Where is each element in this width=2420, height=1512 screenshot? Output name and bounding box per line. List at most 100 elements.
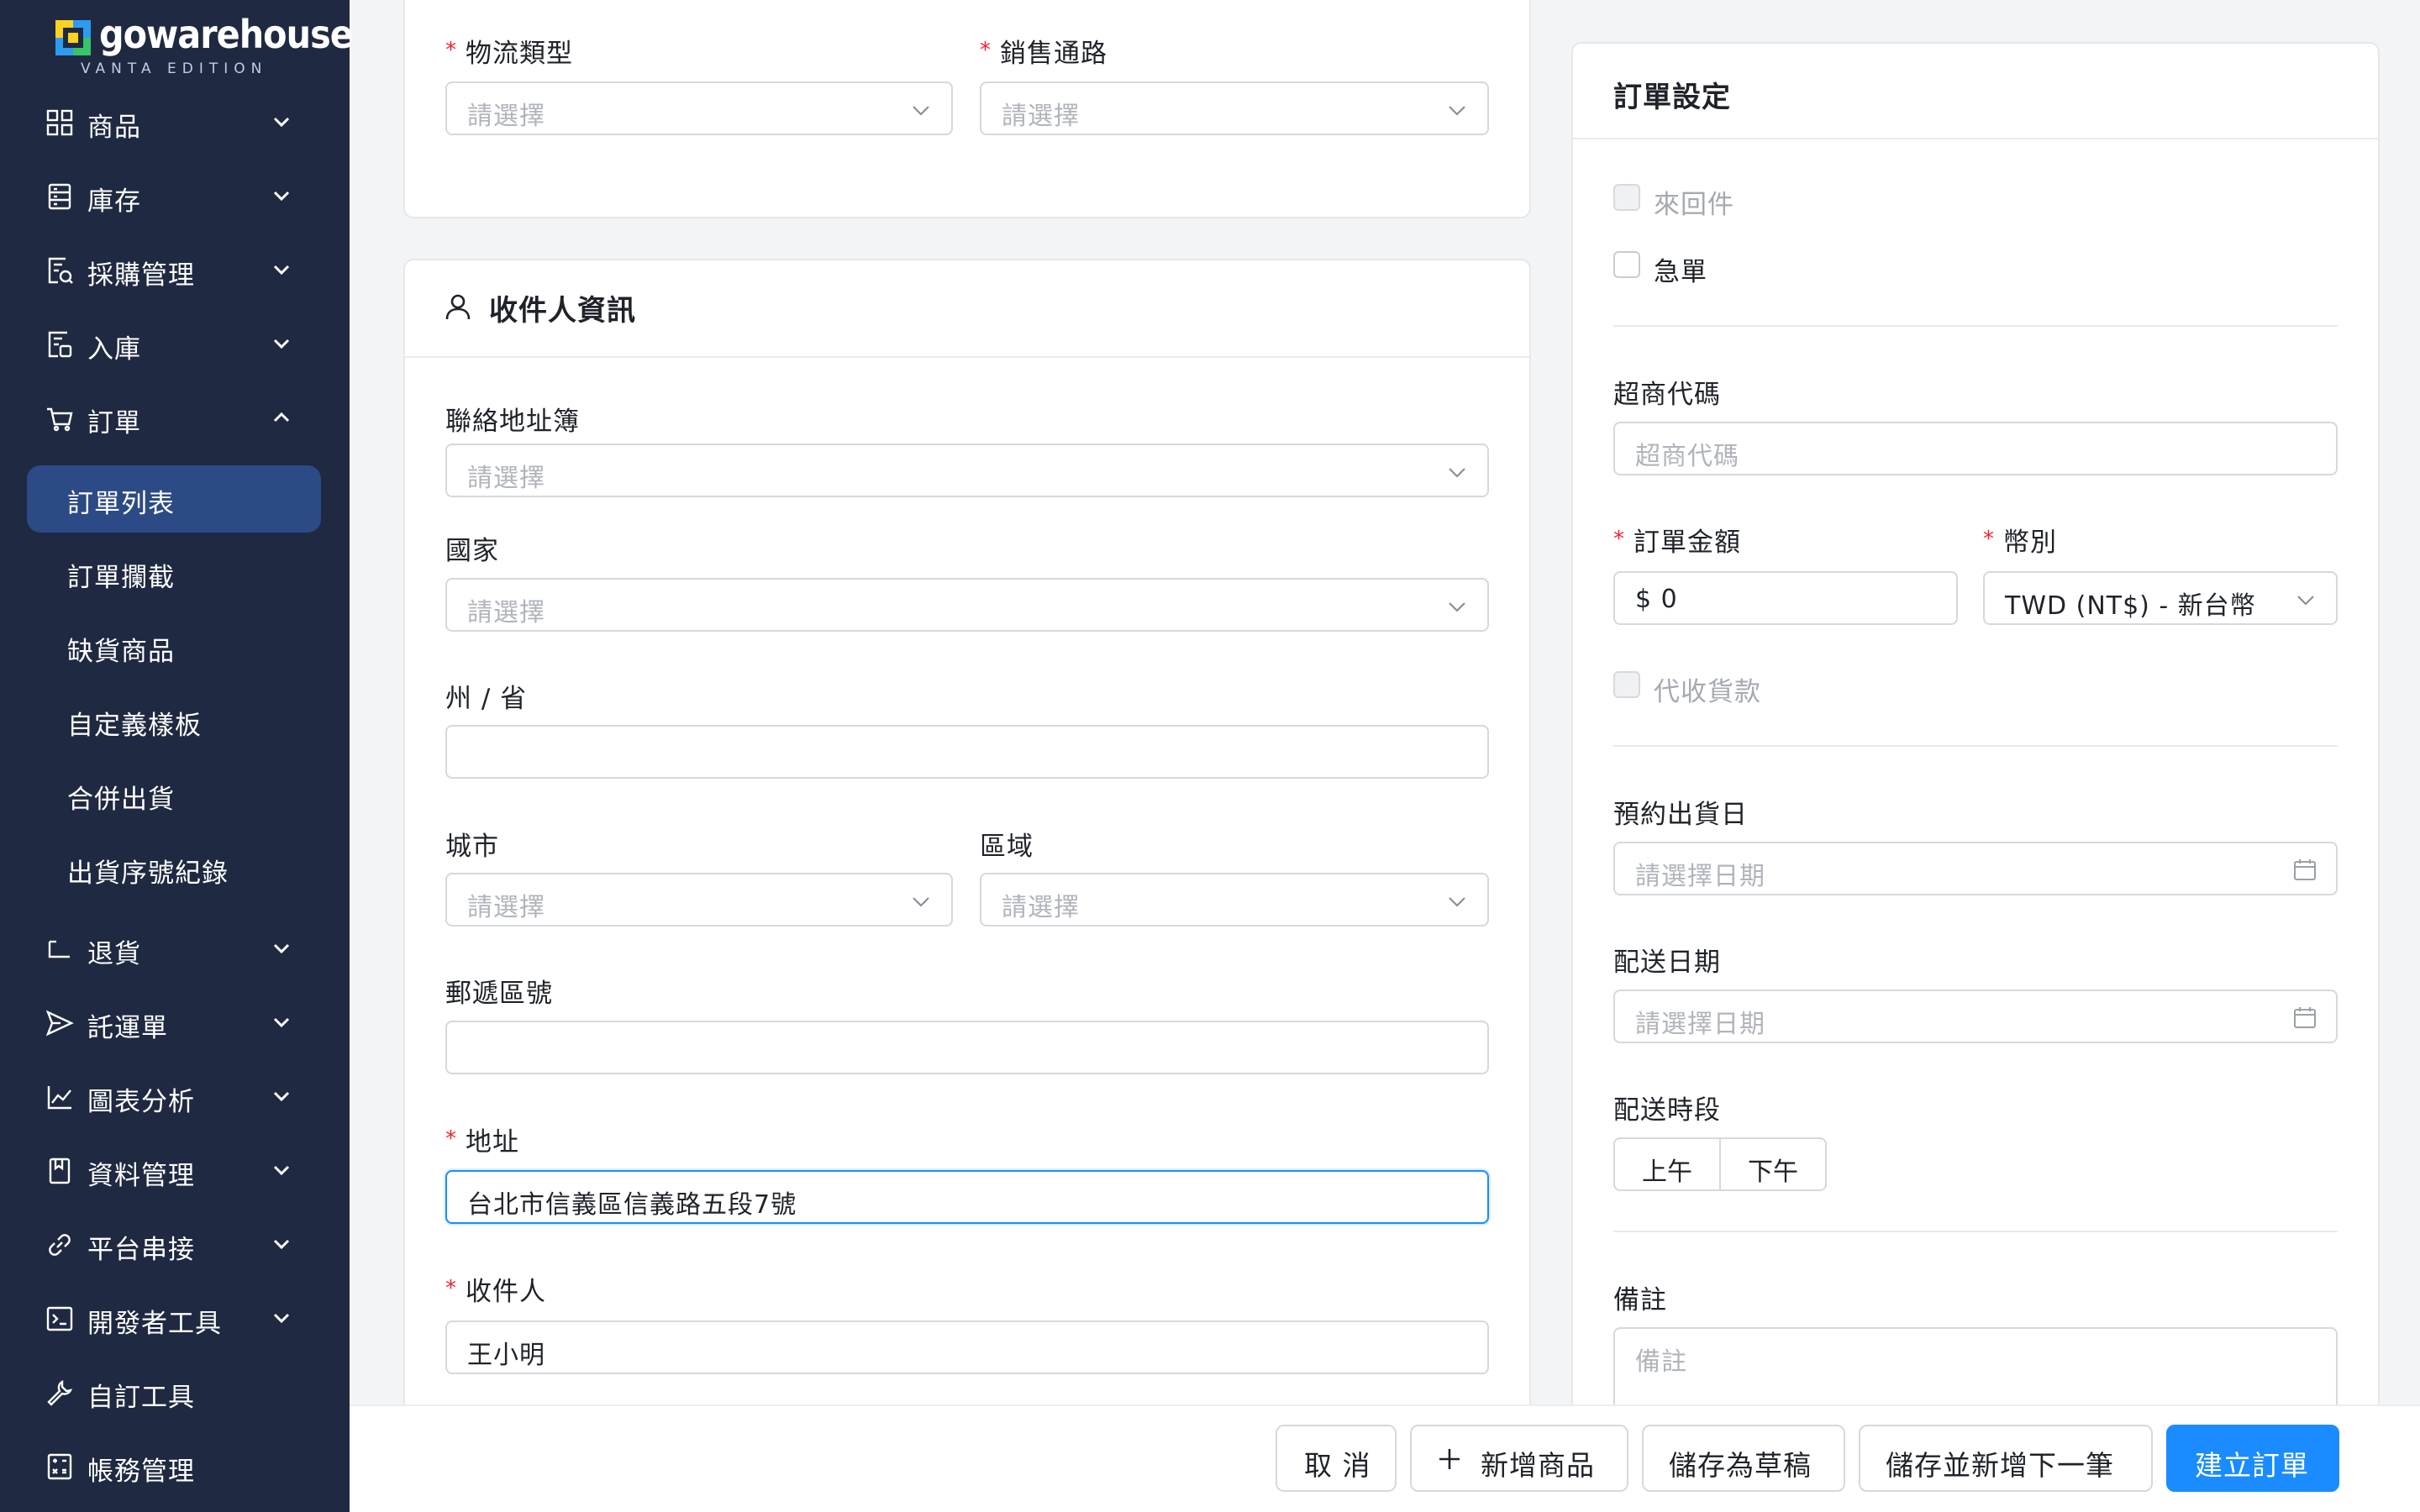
sidebar-subitem-label: 缺貨商品 bbox=[67, 637, 175, 667]
brand-logo[interactable]: gowarehouse VANTA EDITION bbox=[55, 12, 354, 77]
cod-label: 代收貨款 bbox=[1654, 677, 1761, 707]
sidebar-item-label: 商品 bbox=[87, 113, 141, 143]
currency-value: TWD (NT$) - 新台幣 bbox=[2005, 591, 2256, 621]
state-label: 州 / 省 bbox=[445, 684, 528, 714]
inventory-icon bbox=[48, 183, 71, 210]
add-product-button[interactable]: 新增商品 bbox=[1410, 1425, 1628, 1492]
zip-input[interactable] bbox=[445, 1021, 1489, 1074]
logistics-type-label-text: 物流類型 bbox=[466, 39, 573, 69]
order-amount-input[interactable]: $ 0 bbox=[1613, 571, 1958, 625]
chevron-down-icon bbox=[273, 1165, 290, 1176]
section-divider bbox=[1613, 325, 2338, 327]
delivery-date-picker[interactable]: 請選擇日期 bbox=[1613, 990, 2338, 1043]
chevron-down-icon bbox=[273, 265, 290, 276]
sidebar-item-returns[interactable]: 退貨 bbox=[0, 912, 350, 986]
sidebar-item-inventory[interactable]: 庫存 bbox=[0, 160, 350, 234]
sidebar-item-inbound[interactable]: 入庫 bbox=[0, 307, 350, 381]
chevron-down-icon bbox=[1449, 106, 1465, 116]
chevron-down-icon bbox=[2297, 596, 2314, 606]
sidebar-item-label: 庫存 bbox=[87, 186, 141, 217]
currency-select[interactable]: TWD (NT$) - 新台幣 bbox=[1983, 571, 2338, 625]
round-trip-label: 來回件 bbox=[1654, 190, 1734, 220]
sidebar-subitem-custom-template[interactable]: 自定義樣板 bbox=[27, 687, 321, 754]
addressbook-label: 聯絡地址簿 bbox=[445, 407, 580, 437]
save-and-new-button[interactable]: 儲存並新增下一筆 bbox=[1859, 1425, 2153, 1492]
sidebar: gowarehouse VANTA EDITION 商品 庫存 採購管理 入庫 … bbox=[0, 0, 354, 1512]
send-icon bbox=[45, 1010, 74, 1037]
sidebar-subitem-label: 訂單列表 bbox=[67, 489, 175, 519]
create-order-button[interactable]: 建立訂單 bbox=[2166, 1425, 2339, 1492]
sidebar-subitem-out-of-stock[interactable]: 缺貨商品 bbox=[27, 613, 321, 680]
cod-checkbox[interactable] bbox=[1613, 671, 1640, 698]
save-draft-button[interactable]: 儲存為草稿 bbox=[1642, 1425, 1845, 1492]
ship-date-picker[interactable]: 請選擇日期 bbox=[1613, 842, 2338, 895]
required-mark: * bbox=[445, 38, 457, 63]
address-value: 台北市信義區信義路五段7號 bbox=[467, 1190, 797, 1220]
book-icon bbox=[49, 1158, 71, 1184]
sidebar-item-developer-tools[interactable]: 開發者工具 bbox=[0, 1282, 350, 1356]
main-content: * 物流類型 請選擇 * 銷售通路 請選擇 收件人資訊 聯絡地址簿 請選擇 國家 請… bbox=[350, 0, 2420, 1512]
required-mark: * bbox=[445, 1276, 457, 1301]
link-icon bbox=[49, 1234, 71, 1256]
sidebar-item-label: 退貨 bbox=[87, 939, 141, 969]
chevron-down-icon bbox=[273, 1239, 290, 1250]
district-placeholder: 請選擇 bbox=[1002, 893, 1080, 922]
slot-am-button[interactable]: 上午 bbox=[1613, 1137, 1721, 1191]
addressbook-select[interactable]: 請選擇 bbox=[445, 444, 1489, 497]
chevron-down-icon bbox=[273, 1017, 290, 1028]
purchase-icon bbox=[48, 257, 73, 284]
cancel-button[interactable]: 取 消 bbox=[1276, 1425, 1397, 1492]
sidebar-item-purchase[interactable]: 採購管理 bbox=[0, 234, 350, 307]
sidebar-item-label: 資料管理 bbox=[87, 1161, 195, 1191]
urgent-label: 急單 bbox=[1654, 257, 1707, 287]
sales-channel-select[interactable]: 請選擇 bbox=[980, 81, 1489, 135]
calendar-icon bbox=[2294, 1007, 2316, 1028]
chevron-down-icon bbox=[913, 106, 929, 116]
inbound-icon bbox=[48, 331, 72, 358]
city-label: 城市 bbox=[445, 832, 499, 862]
sidebar-item-accounting[interactable]: 帳務管理 bbox=[0, 1430, 350, 1504]
sidebar-item-label: 圖表分析 bbox=[87, 1087, 195, 1117]
sidebar-item-data-management[interactable]: 資料管理 bbox=[0, 1134, 350, 1208]
sidebar-subitem-order-list[interactable]: 訂單列表 bbox=[27, 465, 321, 533]
address-input[interactable]: 台北市信義區信義路五段7號 bbox=[445, 1170, 1489, 1224]
chart-icon bbox=[47, 1086, 71, 1110]
order-amount-label-text: 訂單金額 bbox=[1634, 528, 1741, 558]
sidebar-item-products[interactable]: 商品 bbox=[0, 86, 350, 160]
currency-label-text: 幣別 bbox=[2003, 528, 2057, 558]
terminal-icon bbox=[46, 1306, 73, 1331]
note-label: 備註 bbox=[1613, 1285, 1667, 1315]
sidebar-item-label: 自訂工具 bbox=[87, 1383, 195, 1413]
state-input[interactable] bbox=[445, 725, 1489, 779]
zip-label: 郵遞區號 bbox=[445, 979, 553, 1009]
create-order-button-label: 建立訂單 bbox=[2195, 1449, 2309, 1482]
recipient-name-label-text: 收件人 bbox=[466, 1277, 546, 1307]
logistics-type-placeholder: 請選擇 bbox=[467, 102, 545, 131]
slot-pm-button[interactable]: 下午 bbox=[1719, 1137, 1827, 1191]
sidebar-subitem-merge-shipping[interactable]: 合併出貨 bbox=[27, 761, 321, 828]
sidebar-item-custom-tools[interactable]: 自訂工具 bbox=[0, 1356, 350, 1430]
recipient-name-label: * 收件人 bbox=[445, 1270, 546, 1308]
urgent-checkbox[interactable] bbox=[1613, 251, 1640, 278]
city-select[interactable]: 請選擇 bbox=[445, 873, 953, 927]
return-icon bbox=[48, 940, 70, 958]
sidebar-item-orders[interactable]: 訂單 bbox=[0, 381, 350, 455]
sidebar-item-integration[interactable]: 平台串接 bbox=[0, 1208, 350, 1282]
sidebar-subitem-order-intercept[interactable]: 訂單攔截 bbox=[27, 539, 321, 606]
chevron-down-icon bbox=[273, 117, 290, 128]
sales-channel-placeholder: 請選擇 bbox=[1002, 102, 1080, 131]
cvs-code-input[interactable]: 超商代碼 bbox=[1613, 422, 2338, 475]
district-select[interactable]: 請選擇 bbox=[980, 873, 1489, 927]
sidebar-item-consignment[interactable]: 託運單 bbox=[0, 986, 350, 1060]
recipient-name-input[interactable]: 王小明 bbox=[445, 1320, 1489, 1374]
country-select[interactable]: 請選擇 bbox=[445, 578, 1489, 632]
sidebar-item-analytics[interactable]: 圖表分析 bbox=[0, 1060, 350, 1134]
slot-am-label: 上午 bbox=[1642, 1158, 1692, 1187]
round-trip-checkbox[interactable] bbox=[1613, 184, 1640, 211]
recipient-name-value: 王小明 bbox=[467, 1341, 545, 1370]
add-product-button-label: 新增商品 bbox=[1481, 1449, 1595, 1482]
currency-label: * 幣別 bbox=[1983, 521, 2057, 559]
chevron-down-icon bbox=[1449, 468, 1465, 478]
logistics-type-select[interactable]: 請選擇 bbox=[445, 81, 953, 135]
sidebar-subitem-serial-log[interactable]: 出貨序號紀錄 bbox=[27, 835, 321, 902]
